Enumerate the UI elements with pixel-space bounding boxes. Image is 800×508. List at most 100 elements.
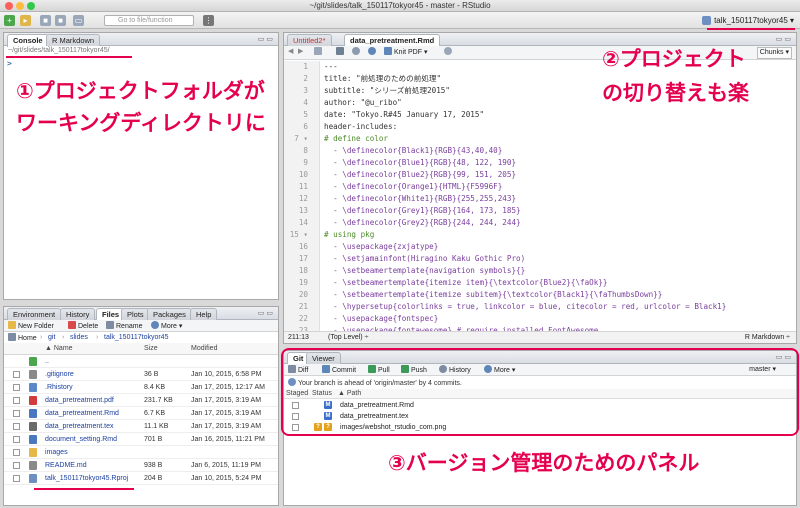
line-text: subtitle: "シリーズ前処理2015" <box>324 86 450 95</box>
code-line[interactable]: 15 ▾ # using pkg <box>284 229 796 241</box>
forward-arrow-icon[interactable]: ▶ <box>298 47 303 57</box>
file-checkbox[interactable] <box>13 397 20 404</box>
file-row[interactable]: .Rhistory 8.4 KB Jan 17, 2015, 12:17 AM <box>4 381 278 394</box>
file-checkbox[interactable] <box>13 475 20 482</box>
file-name[interactable]: data_pretreatment.tex <box>45 420 114 433</box>
code-line[interactable]: 10 - \definecolor{Blue2}{RGB}{99, 151, 2… <box>284 169 796 181</box>
code-line[interactable]: 14 - \definecolor{Grey2}{RGB}{244, 244, … <box>284 217 796 229</box>
file-checkbox[interactable] <box>13 462 20 469</box>
tab-environment[interactable]: Environment <box>7 308 62 320</box>
new-file-icon[interactable]: + <box>4 15 15 26</box>
zoom-window-button[interactable] <box>27 2 35 10</box>
file-checkbox[interactable] <box>13 371 20 378</box>
file-name[interactable]: data_pretreatment.pdf <box>45 394 114 407</box>
file-checkbox[interactable] <box>13 410 20 417</box>
code-line[interactable]: 13 - \definecolor{Grey1}{RGB}{164, 173, … <box>284 205 796 217</box>
save-icon[interactable] <box>314 47 324 58</box>
file-checkbox[interactable] <box>13 384 20 391</box>
project-menu[interactable]: talk_150117tokyor45 ▾ <box>702 14 794 27</box>
tab-help[interactable]: Help <box>190 308 218 320</box>
minimize-window-button[interactable] <box>16 2 24 10</box>
breadcrumb-project[interactable]: talk_150117tokyor45 <box>104 333 168 343</box>
delete-icon <box>68 321 76 329</box>
code-line[interactable]: 11 - \definecolor{Orange1}{HTML}{F5996F} <box>284 181 796 193</box>
file-row[interactable]: images <box>4 446 278 459</box>
tab-plots[interactable]: Plots <box>121 308 150 320</box>
spellcheck-icon[interactable] <box>336 47 346 58</box>
line-number: 5 <box>303 110 308 119</box>
tab-untitled2[interactable]: Untitled2* <box>287 34 332 46</box>
column-size[interactable]: Size <box>144 343 158 355</box>
settings-icon[interactable] <box>444 47 454 58</box>
file-row[interactable]: README.md 938 B Jan 6, 2015, 11:19 PM <box>4 459 278 472</box>
file-checkbox[interactable] <box>13 436 20 443</box>
tab-history[interactable]: History <box>60 308 96 320</box>
file-name[interactable]: data_pretreatment.Rmd <box>45 407 119 420</box>
chunks-menu[interactable]: Chunks ▾ <box>756 47 792 59</box>
file-name[interactable]: document_setting.Rmd <box>45 433 117 446</box>
column-name[interactable]: ▲ Name <box>45 343 73 355</box>
parent-directory-row[interactable]: .. <box>4 355 278 368</box>
save-all-icon[interactable]: ■ <box>55 15 66 26</box>
code-line[interactable]: 5 date: "Tokyo.R#45 January 17, 2015" <box>284 109 796 121</box>
pane-window-controls[interactable]: ▭▭ <box>258 309 275 317</box>
file-row[interactable]: .gitignore 36 B Jan 10, 2015, 6:58 PM <box>4 368 278 381</box>
file-row[interactable]: document_setting.Rmd 701 B Jan 16, 2015, 1… <box>4 433 278 446</box>
code-line[interactable]: 21 - \hypersetup{colorlinks = true, link… <box>284 301 796 313</box>
code-line[interactable]: 20 - \setbeamertemplate{itemize subitem}… <box>284 289 796 301</box>
code-line[interactable]: 7 ▾ # define color <box>284 133 796 145</box>
new-folder-button[interactable]: New Folder <box>8 321 54 332</box>
addins-icon[interactable]: ⋮ <box>203 15 214 26</box>
tab-r-markdown[interactable]: R Markdown <box>46 34 101 46</box>
open-project-icon[interactable]: ▸ <box>20 15 31 26</box>
rename-button[interactable]: Rename <box>106 321 142 332</box>
file-name[interactable]: talk_150117tokyor45.Rproj <box>45 472 128 485</box>
console-tabbar: Console R Markdown ▭▭ <box>4 33 278 47</box>
save-icon[interactable]: ■ <box>40 15 51 26</box>
back-arrow-icon[interactable]: ◀ <box>288 47 293 57</box>
pane-window-controls[interactable]: ▭▭ <box>776 35 793 43</box>
print-icon[interactable]: ▭ <box>73 15 84 26</box>
more-button[interactable]: More ▾ <box>151 321 182 332</box>
code-line[interactable]: 12 - \definecolor{White1}{RGB}{255,255,2… <box>284 193 796 205</box>
file-row[interactable]: data_pretreatment.Rmd 6.7 KB Jan 17, 2015,… <box>4 407 278 420</box>
breadcrumb-slides[interactable]: slides <box>70 333 88 343</box>
goto-file-input[interactable]: Go to file/function <box>104 15 194 26</box>
tab-packages[interactable]: Packages <box>147 308 192 320</box>
search-icon[interactable] <box>352 47 362 58</box>
question-icon[interactable] <box>368 47 378 58</box>
file-name[interactable]: images <box>45 446 68 459</box>
tab-console[interactable]: Console <box>7 34 49 47</box>
line-text: title: "前処理のための前処理" <box>324 74 442 83</box>
breadcrumb-git[interactable]: git <box>48 333 55 343</box>
code-line[interactable]: 19 - \setbeamertemplate{itemize item}{\t… <box>284 277 796 289</box>
delete-button[interactable]: Delete <box>68 321 98 332</box>
code-line[interactable]: 6 header-includes: <box>284 121 796 133</box>
code-line[interactable]: 8 - \definecolor{Black1}{RGB}{43,40,40} <box>284 145 796 157</box>
project-label: talk_150117tokyor45 ▾ <box>714 16 794 25</box>
file-row[interactable]: data_pretreatment.tex 11.1 KB Jan 17, 2015… <box>4 420 278 433</box>
code-line[interactable]: 17 - \setjamainfont(Hiragino Kaku Gothic… <box>284 253 796 265</box>
folder-plus-icon <box>8 321 16 329</box>
file-name[interactable]: .Rhistory <box>45 381 73 394</box>
code-line[interactable]: 22 - \usepackage{fontspec} <box>284 313 796 325</box>
file-row[interactable]: talk_150117tokyor45.Rproj 204 B Jan 10, 20… <box>4 472 278 485</box>
file-name[interactable]: .gitignore <box>45 368 74 381</box>
file-modified: Jan 17, 2015, 3:19 AM <box>191 423 262 430</box>
file-checkbox[interactable] <box>13 423 20 430</box>
code-line[interactable]: 16 - \usepackage{zxjatype} <box>284 241 796 253</box>
code-line[interactable]: 9 - \definecolor{Blue1}{RGB}{48, 122, 19… <box>284 157 796 169</box>
pane-window-controls[interactable]: ▭▭ <box>258 35 275 43</box>
column-modified[interactable]: Modified <box>191 343 217 355</box>
file-type-selector[interactable]: R Markdown ÷ <box>745 332 790 343</box>
code-line[interactable]: 18 - \setbeamertemplate{navigation symbo… <box>284 265 796 277</box>
scope-selector[interactable]: (Top Level) ÷ <box>328 332 368 343</box>
file-row[interactable]: data_pretreatment.pdf 231.7 KB Jan 17, 201… <box>4 394 278 407</box>
window-titlebar: ~/git/slides/talk_150117tokyor45 - maste… <box>0 0 800 12</box>
line-text: - \setbeamertemplate{navigation symbols}… <box>324 266 526 275</box>
console-prompt[interactable]: > <box>7 59 12 68</box>
file-name[interactable]: README.md <box>45 459 87 472</box>
knit-button[interactable]: Knit PDF ▾ <box>384 47 427 58</box>
file-checkbox[interactable] <box>13 449 20 456</box>
close-window-button[interactable] <box>5 2 13 10</box>
